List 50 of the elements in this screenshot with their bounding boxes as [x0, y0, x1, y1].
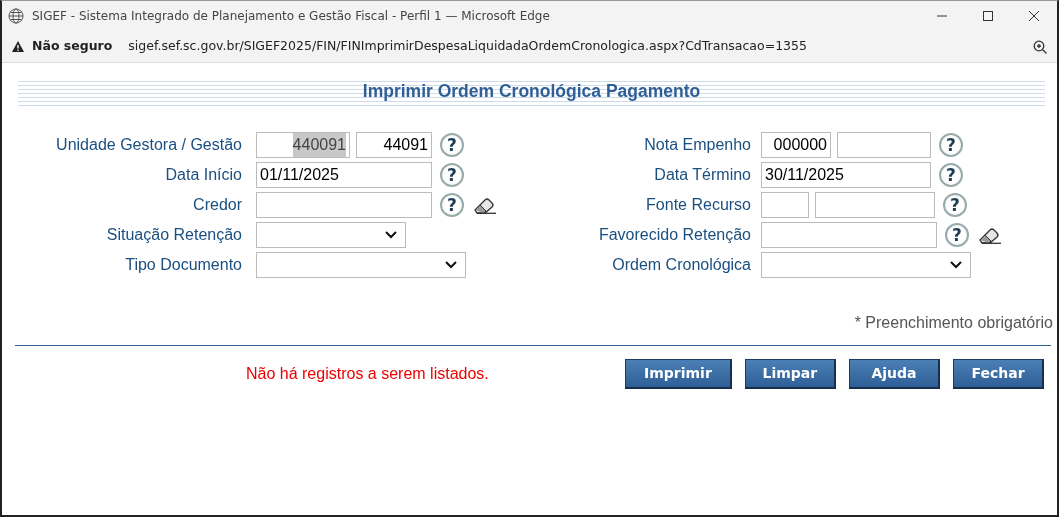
- field-label: Fonte Recurso: [645, 195, 751, 215]
- field-label: Unidade Gestora / Gestão: [55, 135, 242, 155]
- action-button[interactable]: Imprimir: [624, 359, 732, 389]
- help-button[interactable]: ?: [943, 193, 967, 217]
- status-message: Não há registros a serem listados.: [246, 364, 490, 384]
- dropdown[interactable]: [256, 252, 466, 278]
- action-button[interactable]: Ajuda: [848, 359, 940, 389]
- page-title: Imprimir Ordem Cronológica Pagamento: [362, 83, 701, 101]
- input-field[interactable]: 440091: [256, 132, 350, 158]
- help-button[interactable]: ?: [945, 223, 969, 247]
- eraser-icon[interactable]: [472, 196, 496, 214]
- field-label: Data Término: [653, 165, 751, 185]
- field-label: Nota Empenho: [643, 135, 751, 155]
- input-field[interactable]: 01/11/2025: [256, 162, 432, 188]
- action-button[interactable]: Limpar: [744, 359, 836, 389]
- security-label[interactable]: Não seguro: [32, 37, 113, 56]
- dropdown[interactable]: [761, 252, 971, 278]
- help-button[interactable]: ?: [440, 193, 464, 217]
- input-field[interactable]: 000000: [761, 132, 831, 158]
- help-button[interactable]: ?: [939, 133, 963, 157]
- action-button[interactable]: Fechar: [952, 359, 1044, 389]
- eraser-icon[interactable]: [977, 226, 1001, 244]
- dropdown[interactable]: [256, 222, 406, 248]
- field-label: Situação Retenção: [105, 225, 242, 245]
- help-button[interactable]: ?: [939, 163, 963, 187]
- input-field[interactable]: [256, 192, 432, 218]
- field-label: Favorecido Retenção: [597, 225, 751, 245]
- help-button[interactable]: ?: [440, 133, 464, 157]
- input-field[interactable]: 44091: [356, 132, 432, 158]
- field-label: Tipo Documento: [124, 255, 242, 275]
- url-text[interactable]: sigef.sef.sc.gov.br/SIGEF2025/FIN/FINImprimirDespesaLiquidadaOrdemCronologica.aspx?CdTransacao=1355: [128, 37, 1033, 56]
- input-field[interactable]: [815, 192, 935, 218]
- maximize-icon[interactable]: [983, 11, 993, 21]
- required-note: * Preenchimento obrigatório: [853, 313, 1054, 333]
- close-icon[interactable]: [1029, 11, 1039, 21]
- input-field[interactable]: 30/11/2025: [761, 162, 931, 188]
- input-field[interactable]: [761, 192, 809, 218]
- globe-icon: [8, 8, 24, 24]
- dropdown-caret-icon: [445, 261, 457, 269]
- window-title: SIGEF - Sistema Integrado de Planejamento e Gestão Fiscal - Perfil 1 — Microsoft Edge: [32, 8, 551, 25]
- input-field[interactable]: [761, 222, 937, 248]
- dropdown-caret-icon: [950, 261, 962, 269]
- field-label: Credor: [192, 195, 242, 215]
- warning-icon: [12, 41, 24, 52]
- field-label: Data Início: [164, 165, 242, 185]
- help-button[interactable]: ?: [440, 163, 464, 187]
- dropdown-caret-icon: [385, 231, 397, 239]
- input-field[interactable]: [837, 132, 931, 158]
- zoom-icon[interactable]: [1033, 39, 1047, 54]
- field-label: Ordem Cronológica: [611, 255, 751, 275]
